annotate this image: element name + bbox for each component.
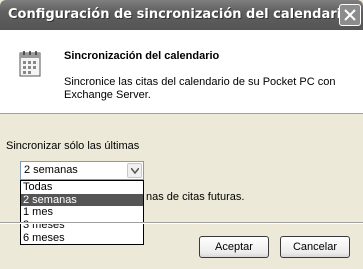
sync-range-select[interactable]: 2 semanas (20, 161, 144, 180)
option-6-meses[interactable]: 6 meses (21, 232, 143, 244)
close-icon (344, 9, 356, 21)
header-title: Sincronización del calendario (64, 50, 220, 62)
calendar-icon (19, 51, 41, 77)
option-2-semanas[interactable]: 2 semanas (21, 194, 143, 206)
option-3-meses[interactable]: 3 meses (21, 219, 143, 231)
header-panel: Sincronización del calendario Sincronice… (0, 30, 363, 114)
option-1-mes[interactable]: 1 mes (21, 206, 143, 218)
close-button[interactable] (339, 4, 361, 26)
future-appointments-label: nas de citas futuras. (146, 191, 245, 203)
calendar-sync-dialog: Configuración de sincronización del cale… (0, 0, 363, 269)
sync-range-options-list[interactable]: Todas 2 semanas 1 mes 3 meses 6 meses (20, 180, 144, 245)
sync-range-label: Sincronizar sólo las últimas (6, 140, 140, 152)
dropdown-button[interactable] (127, 163, 142, 178)
header-description: Sincronice las citas del calendario de s… (64, 76, 336, 101)
option-todas[interactable]: Todas (21, 181, 143, 193)
select-value: 2 semanas (24, 164, 78, 176)
chevron-down-icon (131, 168, 139, 174)
window-title: Configuración de sincronización del cale… (8, 7, 351, 22)
title-bar[interactable]: Configuración de sincronización del cale… (0, 0, 363, 30)
cancel-button[interactable]: Cancelar (280, 236, 350, 258)
ok-button[interactable]: Aceptar (199, 236, 269, 258)
separator (0, 222, 363, 224)
